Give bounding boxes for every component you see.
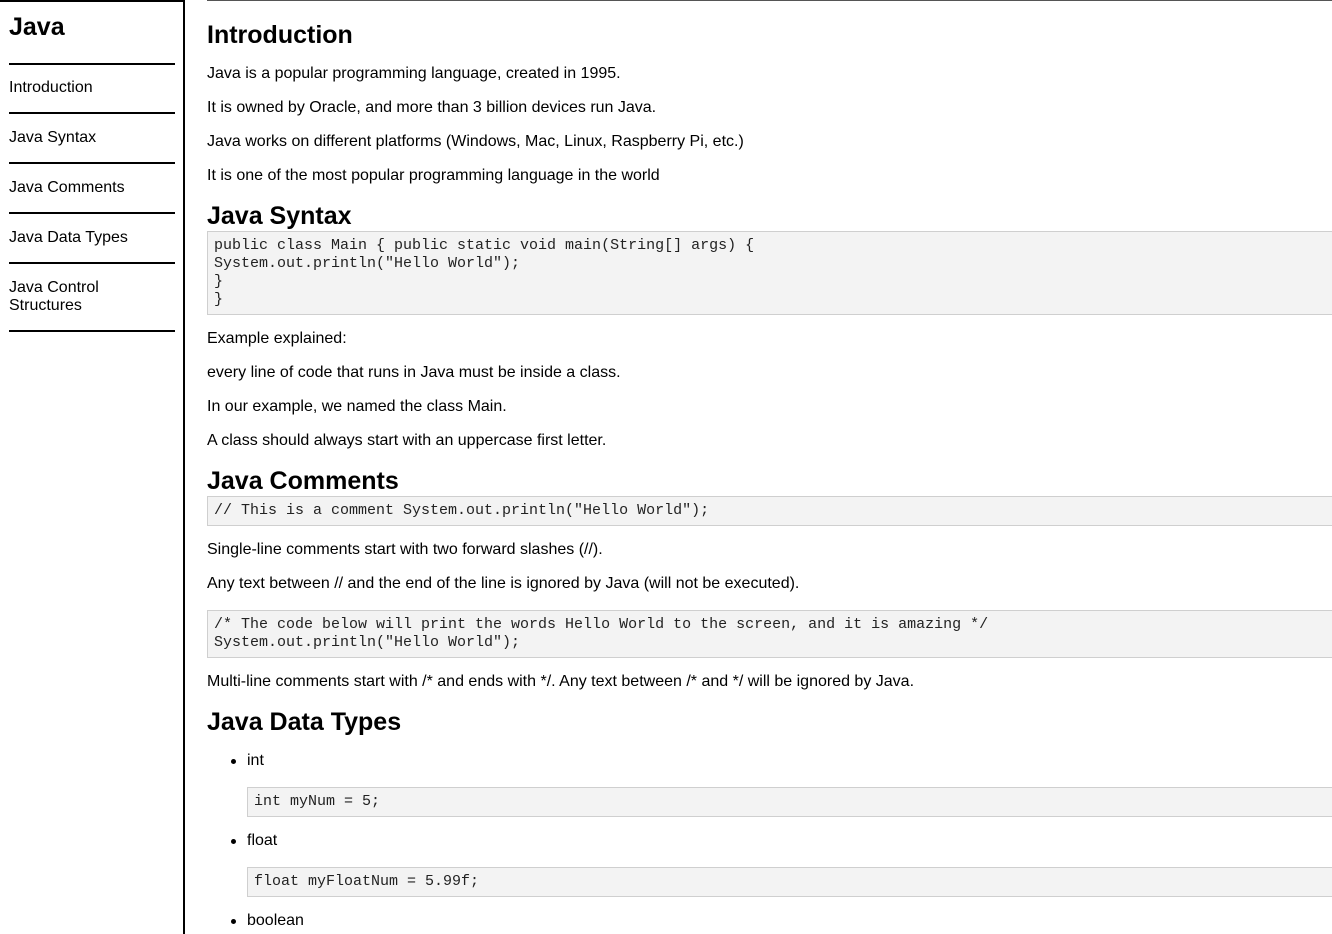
main-content: Introduction Java is a popular programmi… <box>207 0 1332 934</box>
code-block: float myFloatNum = 5.99f; <box>247 867 1332 897</box>
paragraph: every line of code that runs in Java mus… <box>207 364 621 381</box>
paragraph: Java is a popular programming language, … <box>207 65 621 82</box>
code-block: int myNum = 5; <box>247 787 1332 817</box>
list-item-label: int <box>247 752 264 769</box>
paragraph: Single-line comments start with two forw… <box>207 541 603 558</box>
list-bullet <box>231 919 236 924</box>
paragraph: It is one of the most popular programmin… <box>207 167 660 184</box>
sidebar-title: Java <box>9 13 65 41</box>
nav-link-introduction[interactable]: Introduction <box>9 79 169 97</box>
nav-link-java-data-types[interactable]: Java Data Types <box>9 229 169 247</box>
list-bullet <box>231 839 236 844</box>
nav-link-java-comments[interactable]: Java Comments <box>9 179 169 197</box>
paragraph: Example explained: <box>207 330 347 347</box>
nav-divider <box>9 330 175 332</box>
paragraph: It is owned by Oracle, and more than 3 b… <box>207 99 657 116</box>
top-border <box>207 0 1332 1</box>
code-block: /* The code below will print the words H… <box>207 610 1332 658</box>
code-block: // This is a comment System.out.println(… <box>207 496 1332 526</box>
nav-divider <box>9 212 175 214</box>
paragraph: Multi-line comments start with /* and en… <box>207 673 915 690</box>
paragraph: Any text between // and the end of the l… <box>207 575 800 592</box>
nav-link-java-control-structures[interactable]: Java Control Structures <box>9 279 169 315</box>
paragraph: In our example, we named the class Main. <box>207 398 507 415</box>
nav-divider <box>9 112 175 114</box>
nav-link-java-syntax[interactable]: Java Syntax <box>9 129 169 147</box>
section-heading-introduction: Introduction <box>207 21 353 49</box>
list-item-label: boolean <box>247 912 304 929</box>
paragraph: A class should always start with an uppe… <box>207 432 607 449</box>
list-bullet <box>231 759 236 764</box>
section-heading-java-syntax: Java Syntax <box>207 202 352 230</box>
list-item-label: float <box>247 832 278 849</box>
nav-divider <box>9 63 175 65</box>
nav-divider <box>9 262 175 264</box>
sidebar-nav: Java Introduction Java Syntax Java Comme… <box>0 0 185 934</box>
paragraph: Java works on different platforms (Windo… <box>207 133 744 150</box>
code-block: public class Main { public static void m… <box>207 231 1332 315</box>
nav-divider <box>9 162 175 164</box>
section-heading-java-data-types: Java Data Types <box>207 708 402 736</box>
section-heading-java-comments: Java Comments <box>207 467 399 495</box>
